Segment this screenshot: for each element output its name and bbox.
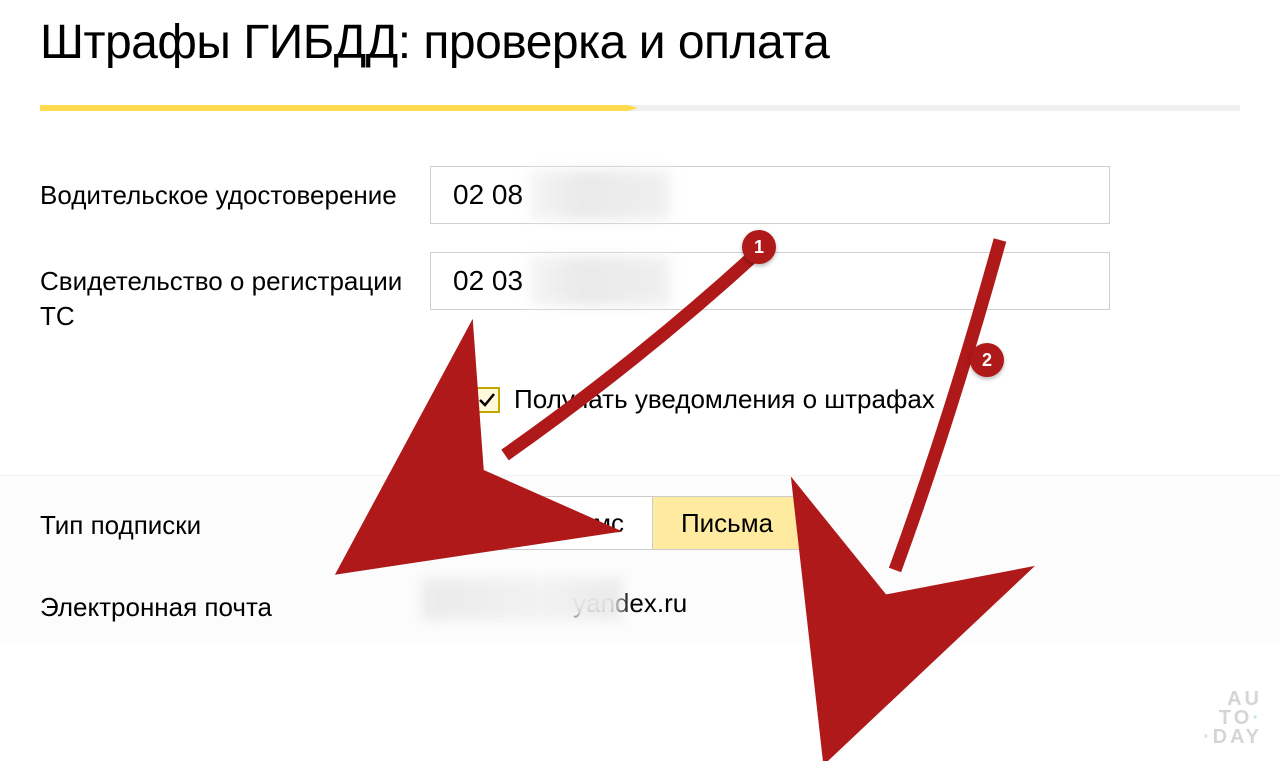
notify-checkbox[interactable] bbox=[474, 387, 500, 413]
checkmark-icon bbox=[477, 390, 497, 410]
annotation-badge-1: 1 bbox=[742, 230, 776, 264]
label-email: Электронная почта bbox=[40, 578, 430, 625]
label-drivers-license: Водительское удостоверение bbox=[40, 166, 430, 213]
page-title: Штрафы ГИБДД: проверка и оплата bbox=[40, 15, 1240, 70]
annotation-badge-2: 2 bbox=[970, 343, 1004, 377]
row-registration: Свидетельство о регистрации ТС bbox=[40, 252, 1240, 334]
progress-bar bbox=[40, 105, 1240, 111]
label-subscription-type: Тип подписки bbox=[40, 496, 430, 543]
email-value: xxxxxxxxxxxyandex.ru bbox=[430, 578, 687, 619]
row-email: Электронная почта xxxxxxxxxxxyandex.ru bbox=[40, 578, 1240, 625]
row-drivers-license: Водительское удостоверение bbox=[40, 166, 1240, 224]
progress-fill bbox=[40, 105, 628, 111]
toggle-option-email[interactable]: Письма bbox=[653, 497, 801, 549]
toggle-option-both[interactable]: Письма и смс bbox=[431, 497, 653, 549]
input-registration[interactable] bbox=[430, 252, 1110, 310]
row-notify-checkbox: Получать уведомления о штрафах bbox=[474, 384, 1240, 415]
notify-checkbox-label: Получать уведомления о штрафах bbox=[514, 384, 935, 415]
label-registration: Свидетельство о регистрации ТС bbox=[40, 252, 430, 334]
row-subscription-type: Тип подписки Письма и смс Письма bbox=[40, 496, 1240, 550]
subscription-toggle: Письма и смс Письма bbox=[430, 496, 802, 550]
input-drivers-license[interactable] bbox=[430, 166, 1110, 224]
watermark: AU TO· ·DAY bbox=[1203, 690, 1262, 747]
